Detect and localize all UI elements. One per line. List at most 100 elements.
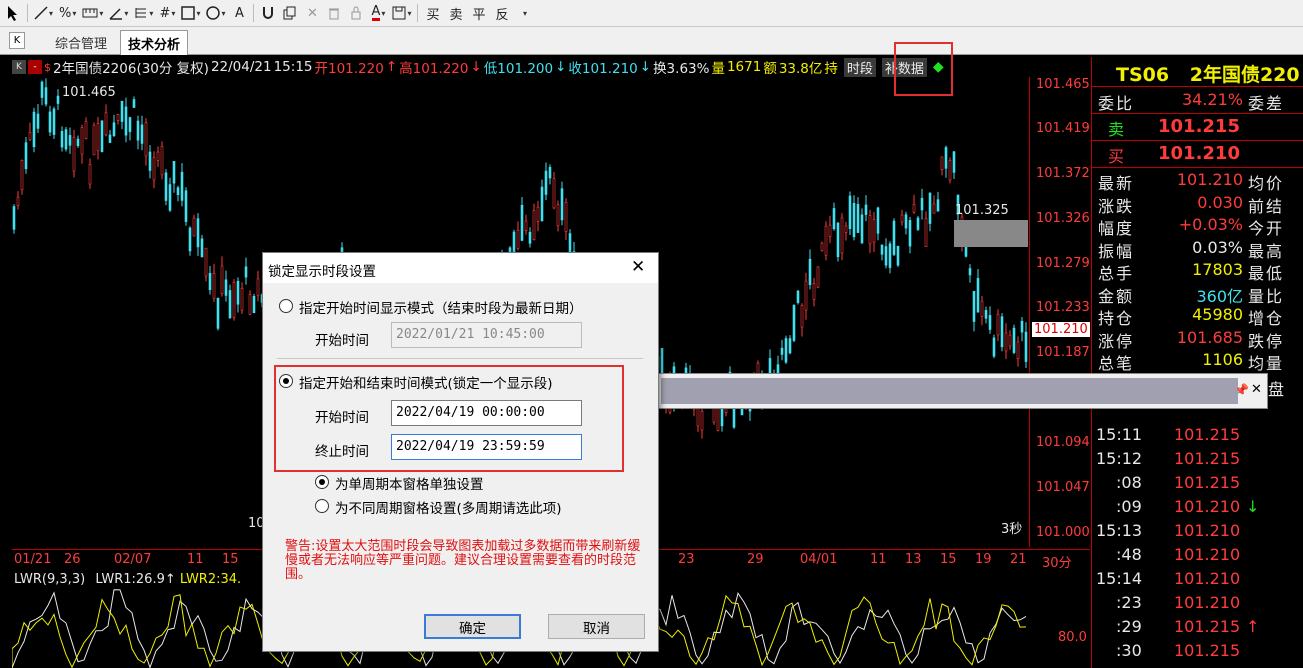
k-mode-icon[interactable]: K — [12, 60, 26, 74]
candle-body — [92, 124, 96, 156]
candle-body — [24, 142, 28, 170]
lock-icon[interactable] — [345, 2, 367, 24]
floating-panel-title[interactable] — [661, 378, 1238, 404]
candle-body — [120, 100, 124, 122]
start-time-label-2: 开始时间 — [315, 410, 369, 426]
candle-body — [804, 280, 808, 311]
mode2-radio[interactable] — [279, 374, 293, 388]
more-chevron-icon[interactable]: ▾ — [514, 2, 536, 24]
price-axis: 101.465 101.419 101.372 101.326 101.279 … — [1029, 77, 1091, 547]
single-pane-label[interactable]: 为单周期本窗格单独设置 — [335, 473, 484, 493]
candle-body — [808, 258, 812, 286]
max-price-label: 101.465 — [62, 85, 116, 100]
sell-row[interactable]: 卖 101.215 — [1096, 116, 1301, 139]
instrument-name: 2年国债2206(30分 复权) — [53, 61, 209, 77]
indicator-name[interactable]: LWR(9,3,3) — [14, 572, 85, 587]
quote-row-label2: 均价 — [1248, 174, 1285, 193]
mode2-label[interactable]: 指定开始和结束时间模式(锁定一个显示段) — [299, 372, 553, 392]
pointer-icon[interactable] — [2, 2, 24, 24]
quote-row-value: 101.210 — [1176, 170, 1243, 189]
drawing-toolbar: ▾ % ▾ ▾ ▾ ▾ # ▾ ▾ ▾ A ✕ A ▾ ▾ 买 卖 平 反 ▾ — [0, 0, 1303, 27]
cancel-button[interactable]: 取消 — [548, 614, 645, 639]
sell-button[interactable]: 卖 — [445, 2, 468, 24]
buy-button[interactable]: 买 — [421, 2, 444, 24]
multi-pane-label[interactable]: 为不同周期窗格设置(多周期请选此项) — [335, 497, 562, 517]
candle-body — [52, 108, 56, 135]
time-period-button[interactable]: 时段 — [843, 57, 876, 77]
fib-tool-icon[interactable]: ▾ — [131, 2, 156, 24]
end-time-field[interactable]: 2022/04/19 23:59:59 — [391, 434, 582, 460]
tick-row: 15:11 101.215 — [1096, 425, 1301, 447]
multi-pane-radio[interactable] — [315, 499, 329, 513]
ruler-tool-icon[interactable]: ▾ — [79, 2, 106, 24]
candle-body — [980, 300, 984, 317]
candle-body — [244, 266, 248, 278]
percent-tool-icon[interactable]: % ▾ — [56, 2, 79, 24]
close-icon[interactable]: ✕ — [631, 257, 645, 277]
reverse-button[interactable]: 反 — [491, 2, 514, 24]
quote-row-label: 涨停 — [1098, 331, 1135, 351]
quote-row-label: 金额 — [1098, 286, 1135, 306]
candle-body — [988, 315, 992, 330]
chart-menu-icon[interactable]: $ — [44, 61, 51, 74]
open-value: 开101.220 — [314, 61, 384, 77]
quote-row-label2: 增仓 — [1248, 309, 1285, 328]
tab-overview[interactable]: 综合管理 — [48, 30, 114, 55]
candle-body — [48, 111, 52, 133]
candle-body — [236, 280, 240, 305]
quote-row-label: 总手 — [1098, 264, 1135, 283]
date-tick: 26 — [64, 552, 81, 567]
grid-tool-icon[interactable]: # ▾ — [156, 2, 178, 24]
turnover-value: 换3.63% — [653, 61, 710, 77]
quote-row-label2: 今开 — [1248, 219, 1285, 238]
k-toggle-button[interactable]: K — [9, 32, 25, 49]
start-time-field-1[interactable]: 2022/01/21 10:45:00 — [391, 322, 582, 348]
start-time-field-2[interactable]: 2022/04/19 00:00:00 — [391, 400, 582, 426]
trash-icon[interactable] — [323, 2, 345, 24]
candle-body — [856, 204, 860, 233]
candle-body — [200, 238, 204, 258]
candle-body — [548, 167, 552, 179]
text-color-icon[interactable]: A ▾ — [367, 2, 389, 24]
contract-name: 2年国债220 — [1189, 64, 1300, 86]
candle-body — [832, 208, 836, 230]
angle-tool-icon[interactable]: ▾ — [106, 2, 131, 24]
candle-body — [208, 273, 212, 290]
candle-body — [180, 171, 184, 201]
settings-icon[interactable]: - — [28, 60, 42, 74]
candle-body — [148, 151, 152, 171]
candle-body — [532, 210, 536, 240]
tab-technical-analysis[interactable]: 技术分析 — [120, 30, 189, 55]
buy-row[interactable]: 买 101.210 — [1096, 143, 1301, 166]
candle-body — [144, 122, 148, 157]
delete-icon[interactable]: ✕ — [301, 2, 323, 24]
rectangle-tool-icon[interactable]: ▾ — [178, 2, 203, 24]
quote-row-label2: 最高 — [1248, 241, 1285, 261]
close-position-button[interactable]: 平 — [468, 2, 491, 24]
candle-body — [116, 114, 120, 121]
date-tick: 11 — [187, 552, 204, 567]
line-tool-icon[interactable]: ▾ — [31, 2, 56, 24]
mode1-radio[interactable] — [279, 299, 293, 313]
candle-body — [240, 288, 244, 311]
partial-panel-label: 盘 — [1268, 380, 1285, 399]
mode1-label[interactable]: 指定开始时间显示模式（结束时段为最新日期） — [299, 297, 583, 317]
dialog-titlebar[interactable]: 锁定显示时段设置 ✕ — [263, 253, 658, 283]
ok-button[interactable]: 确定 — [424, 614, 521, 639]
close-icon[interactable]: ✕ — [1251, 382, 1262, 397]
single-pane-radio[interactable] — [315, 475, 329, 489]
copy-icon[interactable] — [279, 2, 301, 24]
position-hold-button[interactable]: 持 — [824, 57, 838, 77]
candle-body — [212, 272, 216, 299]
volume-label: 量 — [711, 61, 725, 77]
contract-code: TS06 — [1116, 64, 1170, 86]
pin-icon[interactable]: 📌 — [1234, 383, 1249, 397]
text-tool-icon[interactable]: A — [228, 2, 250, 24]
candle-body — [124, 106, 128, 136]
price-tick: 101.326 — [1036, 211, 1090, 226]
quote-row-label2: 前结 — [1248, 196, 1285, 216]
floating-panel-bar[interactable]: 📌 ✕ — [658, 373, 1268, 409]
magnet-icon[interactable] — [257, 2, 279, 24]
save-template-icon[interactable]: ▾ — [389, 2, 414, 24]
circle-tool-icon[interactable]: ▾ — [203, 2, 228, 24]
